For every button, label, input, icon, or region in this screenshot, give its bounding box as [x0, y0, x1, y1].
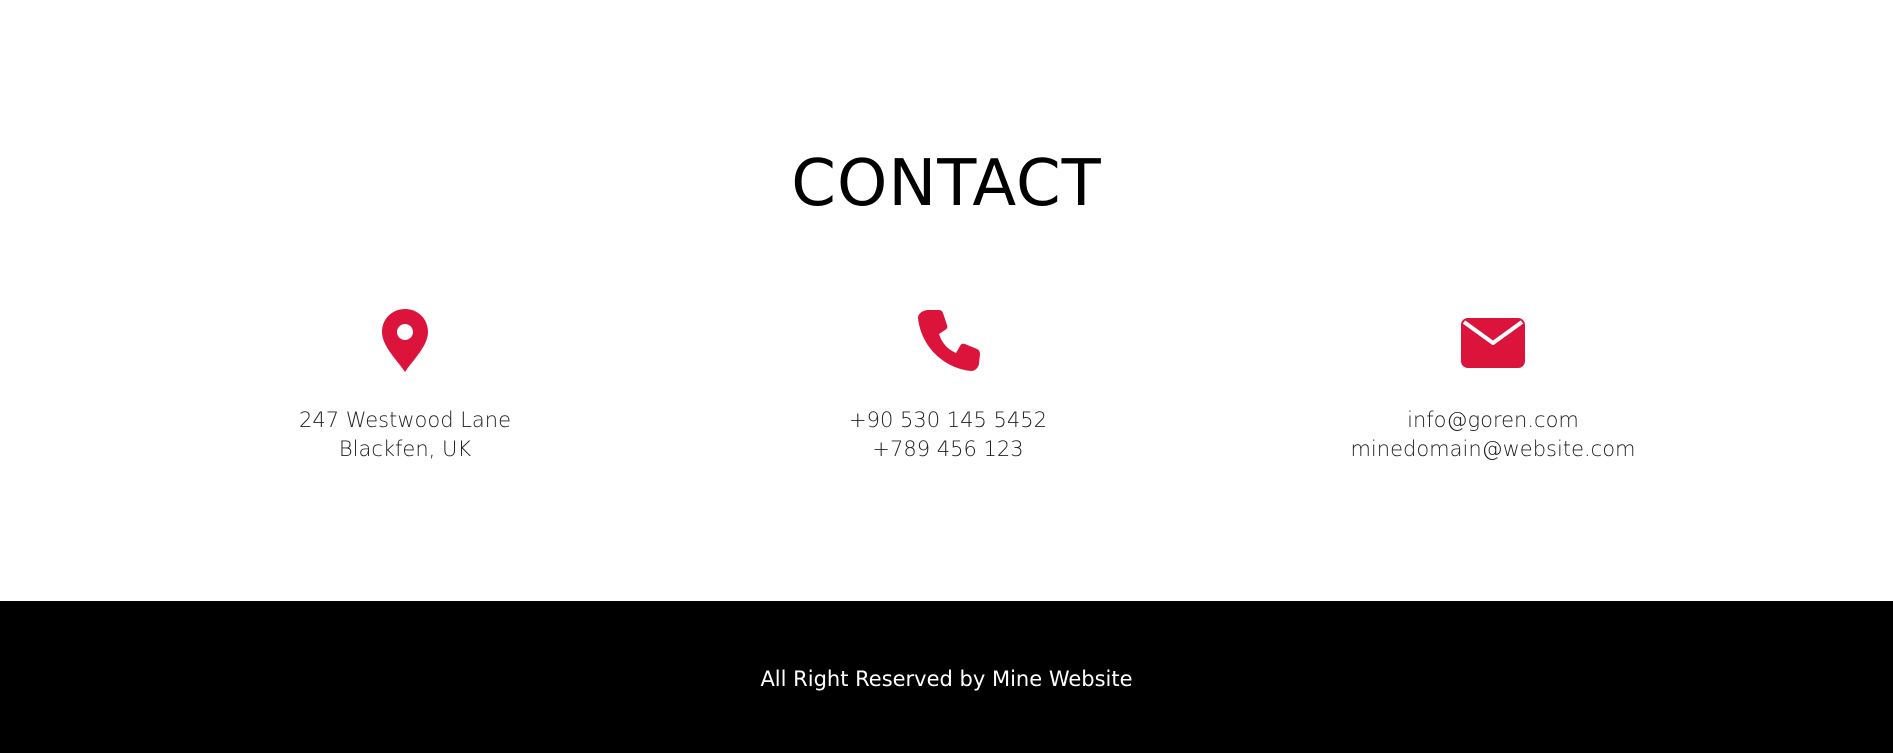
contact-address: 247 Westwood Lane Blackfen, UK — [195, 308, 615, 461]
phone-line-1[interactable]: +90 530 145 5452 — [738, 406, 1158, 435]
contact-phone: +90 530 145 5452 +789 456 123 — [738, 308, 1158, 461]
contact-section: CONTACT 247 Westwood Lane Blackfen, UK +… — [0, 0, 1893, 601]
email-line-2[interactable]: minedomain@website.com — [1283, 435, 1703, 464]
map-pin-icon — [195, 308, 615, 374]
phone-icon — [738, 308, 1158, 374]
envelope-icon — [1283, 308, 1703, 374]
address-line-1: 247 Westwood Lane — [298, 408, 512, 432]
footer-copyright: All Right Reserved by Mine Website — [760, 667, 1133, 691]
phone-line-2[interactable]: +789 456 123 — [738, 435, 1158, 464]
contact-email: info@goren.com minedomain@website.com — [1283, 308, 1703, 461]
email-line-1[interactable]: info@goren.com — [1283, 406, 1703, 435]
address-line-2: Blackfen, UK — [338, 437, 472, 461]
contact-title: CONTACT — [791, 147, 1102, 221]
